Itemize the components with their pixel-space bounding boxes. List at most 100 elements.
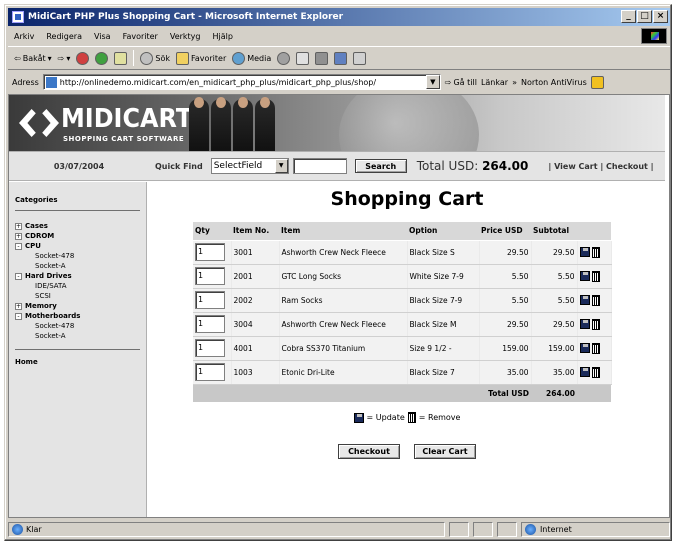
chevron-down-icon: ▼ bbox=[274, 159, 288, 173]
update-icon[interactable] bbox=[579, 247, 590, 257]
browser-window: MidiCart PHP Plus Shopping Cart - Micros… bbox=[4, 4, 672, 541]
links-button[interactable]: Länkar bbox=[481, 78, 508, 87]
cell-option: Black Size 7 bbox=[407, 360, 480, 385]
quantity-input[interactable]: 1 bbox=[195, 339, 225, 357]
sidebar-category[interactable]: + Cases bbox=[15, 221, 146, 231]
address-input[interactable]: http://onlinedemo.midicart.com/en_midica… bbox=[42, 74, 441, 90]
history-icon[interactable] bbox=[277, 51, 291, 65]
expand-icon[interactable]: + bbox=[15, 302, 22, 310]
update-icon[interactable] bbox=[579, 367, 590, 377]
sidebar: Categories + Cases + CDROM - CPU Socket-478 Soc… bbox=[9, 182, 147, 517]
menu-redigera[interactable]: Redigera bbox=[46, 32, 82, 41]
view-cart-checkout-links[interactable]: | View Cart | Checkout | bbox=[548, 162, 653, 171]
sidebar-category[interactable]: - CPU bbox=[15, 241, 146, 251]
cell-item: Ashworth Crew Neck Fleece bbox=[279, 240, 408, 265]
sidebar-subcategory[interactable]: SCSI bbox=[15, 291, 146, 301]
total-usd: Total USD: 264.00 bbox=[416, 159, 529, 173]
status-text: Klar bbox=[8, 521, 446, 537]
window-title: MidiCart PHP Plus Shopping Cart - Micros… bbox=[28, 12, 344, 22]
trash-icon[interactable] bbox=[591, 318, 600, 330]
quantity-input[interactable]: 1 bbox=[195, 363, 225, 381]
collapse-icon[interactable]: - bbox=[15, 312, 22, 320]
collapse-icon[interactable]: - bbox=[15, 242, 22, 250]
search-button[interactable]: Sök bbox=[140, 51, 170, 65]
go-button[interactable]: ⇨ Gå till bbox=[445, 78, 477, 87]
norton-icon[interactable] bbox=[590, 75, 604, 89]
trash-icon[interactable] bbox=[591, 294, 600, 306]
trash-icon[interactable] bbox=[591, 246, 600, 258]
cell-item: Ashworth Crew Neck Fleece bbox=[279, 312, 408, 337]
update-icon[interactable] bbox=[579, 319, 590, 329]
close-button[interactable]: × bbox=[653, 10, 668, 23]
ie-page-icon bbox=[12, 11, 24, 23]
cell-item-no: 2002 bbox=[231, 288, 280, 313]
home-link[interactable]: Home bbox=[15, 349, 140, 366]
cell-price: 35.00 bbox=[479, 360, 532, 385]
sidebar-category-label: CDROM bbox=[25, 232, 55, 240]
trash-icon[interactable] bbox=[591, 270, 600, 282]
menu-visa[interactable]: Visa bbox=[94, 32, 111, 41]
mail-icon[interactable] bbox=[296, 51, 310, 65]
sidebar-subcategory[interactable]: IDE/SATA bbox=[15, 281, 146, 291]
menu-verktyg[interactable]: Verktyg bbox=[170, 32, 201, 41]
maximize-button[interactable]: □ bbox=[637, 10, 652, 23]
quantity-input[interactable]: 1 bbox=[195, 243, 225, 261]
sidebar-category[interactable]: - Motherboards bbox=[15, 311, 146, 321]
quantity-input[interactable]: 1 bbox=[195, 315, 225, 333]
sidebar-subcategory[interactable]: Socket-A bbox=[15, 261, 146, 271]
links-chevron-icon[interactable]: » bbox=[512, 78, 517, 87]
search-submit-button[interactable]: Search bbox=[354, 159, 407, 173]
select-field-dropdown[interactable]: SelectField ▼ bbox=[210, 158, 289, 174]
expand-icon[interactable]: + bbox=[15, 232, 22, 240]
media-button[interactable]: Media bbox=[232, 51, 271, 65]
security-zone: Internet bbox=[520, 521, 671, 537]
refresh-icon[interactable] bbox=[95, 51, 109, 65]
norton-button[interactable]: Norton AntiVirus bbox=[521, 78, 587, 87]
back-button[interactable]: ⇦ Bakåt ▾ bbox=[14, 54, 52, 63]
sidebar-category[interactable]: + Memory bbox=[15, 301, 146, 311]
sidebar-category[interactable]: - Hard Drives bbox=[15, 271, 146, 281]
discuss-icon[interactable] bbox=[353, 51, 367, 65]
update-icon[interactable] bbox=[579, 271, 590, 281]
sidebar-subcategory[interactable]: Socket-478 bbox=[15, 321, 146, 331]
cell-item-no: 3004 bbox=[231, 312, 280, 337]
column-header: Item bbox=[279, 222, 407, 241]
menu-arkiv[interactable]: Arkiv bbox=[14, 32, 34, 41]
sidebar-subcategory[interactable]: Socket-A bbox=[15, 331, 146, 341]
main-panel: Shopping Cart Qty Item No. Item Option P… bbox=[149, 182, 665, 517]
menu-hjalp[interactable]: Hjälp bbox=[213, 32, 233, 41]
go-arrow-icon: ⇨ bbox=[444, 77, 452, 87]
quantity-input[interactable]: 1 bbox=[195, 267, 225, 285]
forward-button[interactable]: ⇨ ▾ bbox=[58, 54, 71, 63]
brand-logo: MIDICART bbox=[61, 104, 193, 134]
menu-favoriter[interactable]: Favoriter bbox=[123, 32, 158, 41]
collapse-icon[interactable]: - bbox=[15, 272, 22, 280]
home-icon[interactable] bbox=[114, 51, 128, 65]
sidebar-category-label: Memory bbox=[25, 302, 57, 310]
sidebar-category-label: Hard Drives bbox=[25, 272, 72, 280]
edit-icon[interactable] bbox=[334, 51, 348, 65]
cell-price: 29.50 bbox=[479, 240, 532, 265]
stop-icon[interactable] bbox=[76, 51, 90, 65]
expand-icon[interactable]: + bbox=[15, 222, 22, 230]
trash-icon bbox=[407, 412, 416, 423]
minimize-button[interactable]: _ bbox=[621, 10, 636, 23]
cart-row: 1 1003 Etonic Dri-Lite Black Size 7 35.00 35.… bbox=[193, 360, 612, 385]
checkout-button[interactable]: Checkout bbox=[338, 444, 400, 459]
people-photo bbox=[189, 97, 275, 151]
sidebar-category-label: Cases bbox=[25, 222, 48, 230]
trash-icon[interactable] bbox=[591, 366, 600, 378]
trash-icon[interactable] bbox=[591, 342, 600, 354]
print-icon[interactable] bbox=[315, 51, 329, 65]
favorites-button[interactable]: Favoriter bbox=[175, 51, 226, 65]
sidebar-subcategory[interactable]: Socket-478 bbox=[15, 251, 146, 261]
quick-find-input[interactable] bbox=[292, 158, 347, 174]
toolbar-separator bbox=[133, 50, 135, 66]
clear-cart-button[interactable]: Clear Cart bbox=[414, 444, 476, 459]
update-icon[interactable] bbox=[579, 343, 590, 353]
sidebar-category[interactable]: + CDROM bbox=[15, 231, 146, 241]
quantity-input[interactable]: 1 bbox=[195, 291, 225, 309]
page-content: MIDICART SHOPPING CART SOFTWARE 03/07/20… bbox=[8, 94, 670, 518]
update-icon[interactable] bbox=[579, 295, 590, 305]
address-dropdown-icon[interactable]: ▼ bbox=[425, 75, 440, 89]
